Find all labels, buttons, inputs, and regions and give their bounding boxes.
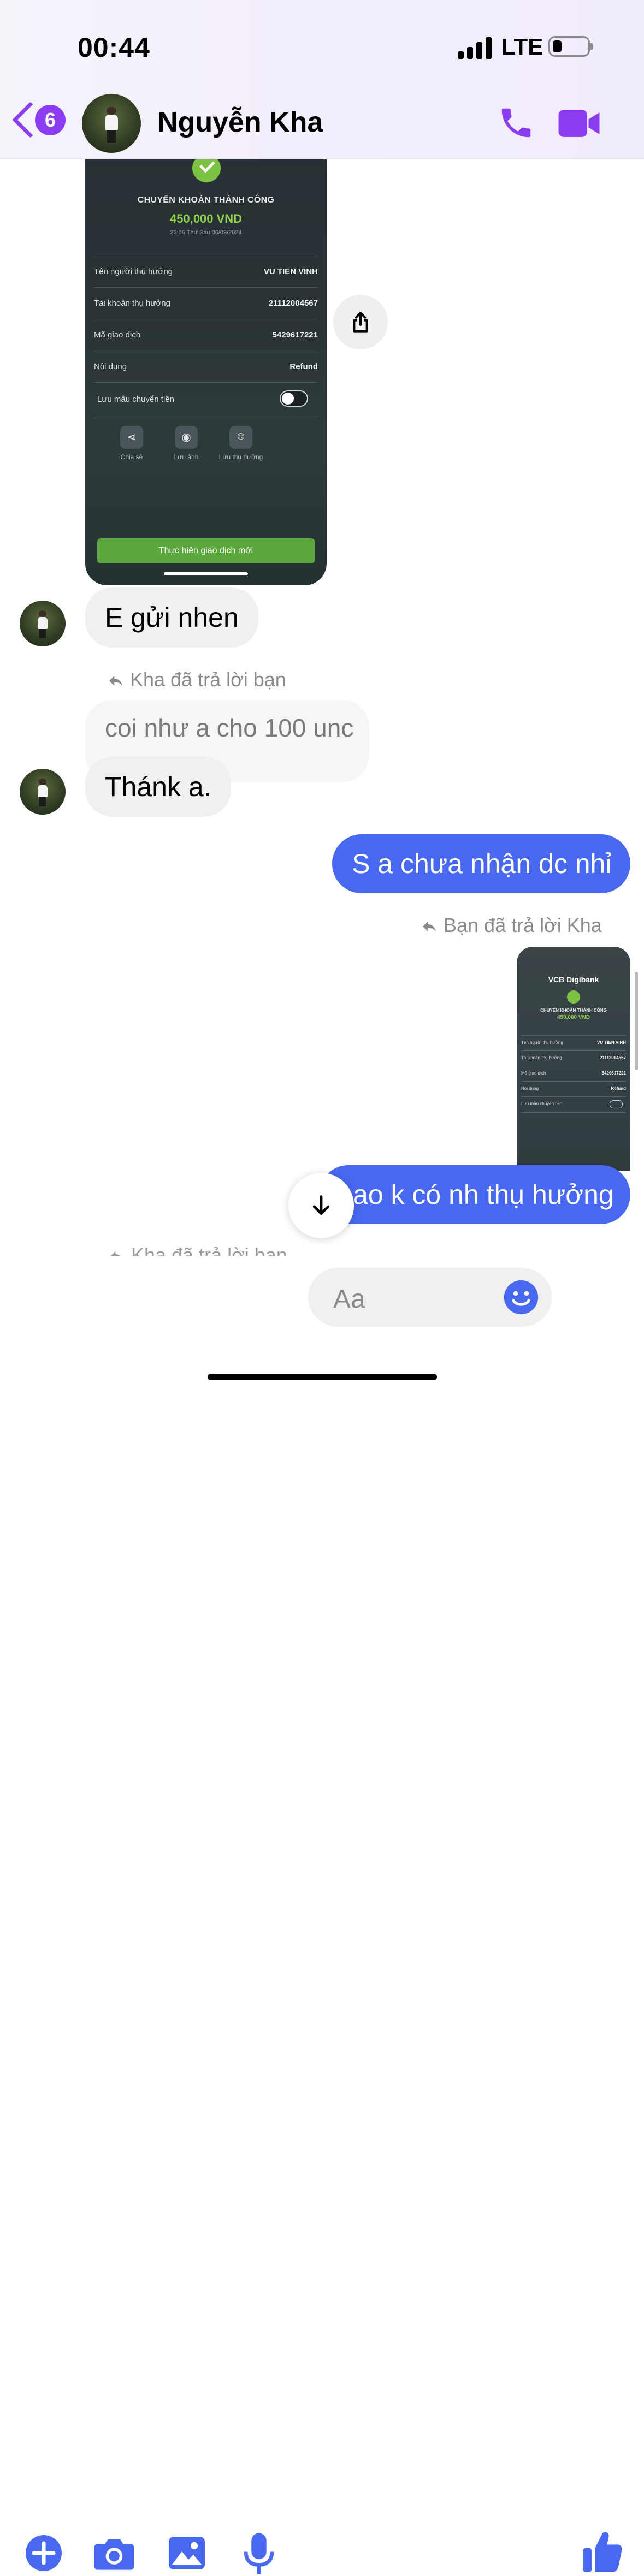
receipt-home-indicator — [164, 572, 248, 575]
contact-name[interactable]: Nguyễn Kha — [157, 106, 323, 139]
receipt-datetime: 23:06 Thứ Sáu 06/09/2024 — [170, 229, 242, 236]
receipt-row: Tài khoản thụ hưởng 21112004567 — [94, 287, 318, 319]
receipt-action-save-image: ◉ Lưu ảnh — [156, 426, 216, 461]
network-type: LTE — [501, 34, 543, 60]
bank-name: VCB Digibank — [548, 975, 599, 984]
message-input[interactable]: Aa — [308, 1268, 552, 1327]
unread-badge: 6 — [35, 105, 66, 135]
receipt-action-share: ⋖ Chia sẻ — [102, 426, 162, 461]
arrow-down-icon — [312, 1195, 330, 1215]
signal-icon — [458, 37, 492, 59]
scroll-to-bottom-button[interactable] — [288, 1173, 354, 1238]
share-button[interactable] — [333, 295, 388, 349]
receipt-amount: 450,000 VND — [169, 212, 243, 225]
sender-avatar[interactable] — [20, 769, 66, 815]
home-indicator — [208, 1374, 437, 1380]
receipt-toggle-row: Lưu mẫu chuyển tiền — [94, 382, 318, 418]
receipt-action-save-beneficiary: ☺ Lưu thụ hưởng — [211, 426, 271, 461]
phone-call-icon[interactable] — [497, 104, 535, 142]
reply-indicator: Kha đã trả lời bạn — [107, 668, 286, 691]
receipt-title: CHUYỂN KHOẢN THÀNH CÔNG — [137, 195, 275, 205]
receipt-row: Nội dung Refund — [521, 1081, 626, 1097]
person-icon: ☺ — [229, 426, 252, 449]
receipt-row: Nội dung Refund — [94, 351, 318, 383]
message-bubble-sent[interactable]: S a chưa nhận dc nhỉ — [332, 834, 630, 893]
success-check-icon — [567, 990, 580, 1004]
receipt-row: Mã giao dịch 5429617221 — [94, 319, 318, 351]
camera-icon: ◉ — [175, 426, 198, 449]
toggle-switch — [610, 1100, 623, 1108]
receipt-row: Tên người thụ hưởng VU TIEN VINH — [521, 1035, 626, 1051]
receipt-new-transaction-button: Thực hiện giao dịch mới — [97, 538, 315, 563]
thumbs-up-icon[interactable] — [581, 2529, 623, 2574]
sender-avatar[interactable] — [20, 601, 66, 646]
receipt-row: Tên người thụ hưởng VU TIEN VINH — [94, 256, 318, 288]
share-icon — [353, 312, 368, 333]
received-image-bank-receipt[interactable]: CHUYỂN KHOẢN THÀNH CÔNG 450,000 VND 23:0… — [85, 142, 327, 585]
reply-icon — [423, 922, 436, 933]
video-call-icon[interactable] — [557, 107, 601, 140]
camera-icon[interactable] — [93, 2535, 135, 2572]
receipt-row: Mã giao dịch 5429617221 — [521, 1066, 626, 1082]
microphone-icon[interactable] — [244, 2531, 274, 2576]
reply-indicator: Bạn đã trả lời Kha — [421, 914, 602, 937]
contact-avatar[interactable] — [82, 94, 141, 153]
status-time: 00:44 — [78, 32, 150, 63]
scrollbar[interactable] — [635, 972, 638, 1070]
message-bubble-sent[interactable]: ao k có nh thụ hưởng — [319, 1165, 630, 1224]
photo-gallery-icon[interactable] — [167, 2535, 206, 2572]
conversation-header: 00:44 LTE 6 Nguyễn Kha — [0, 0, 644, 159]
receipt-row: Tài khoản thụ hưởng 21112004567 — [521, 1050, 626, 1066]
emoji-icon[interactable] — [503, 1279, 540, 1316]
toggle-switch — [280, 390, 308, 407]
back-button[interactable]: 6 — [12, 102, 68, 145]
sent-image-bank-receipt[interactable]: VCB Digibank CHUYỂN KHOẢN THÀNH CÔNG 450… — [517, 947, 630, 1171]
message-bubble-received[interactable]: Thánk a. — [85, 757, 231, 817]
plus-icon[interactable] — [24, 2533, 63, 2573]
battery-icon — [548, 36, 593, 57]
reply-icon — [109, 676, 122, 687]
share-nodes-icon: ⋖ — [120, 426, 143, 449]
receipt-toggle-row: Lưu mẫu chuyển tiền — [521, 1096, 626, 1113]
message-bubble-received[interactable]: E gửi nhen — [85, 587, 258, 648]
